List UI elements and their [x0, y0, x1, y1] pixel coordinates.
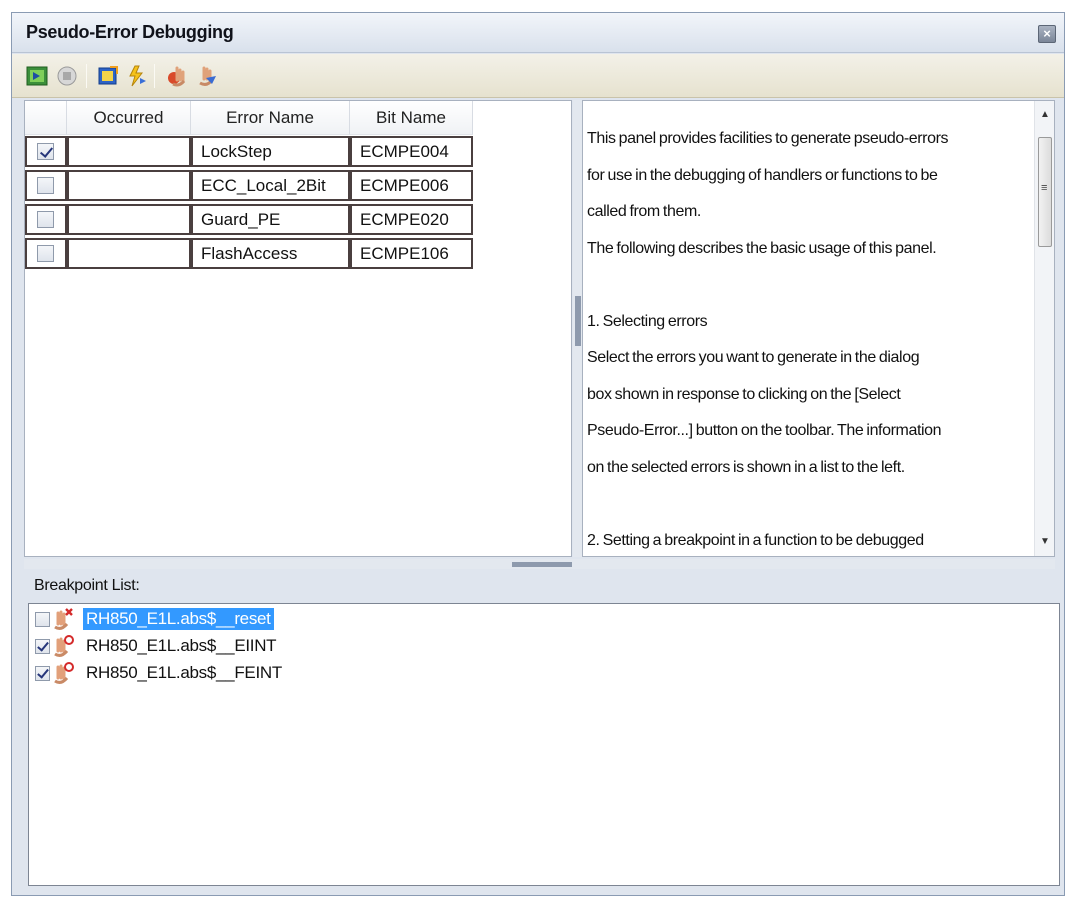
- info-line: [587, 267, 1033, 304]
- breakpoint-checkbox[interactable]: [35, 666, 50, 681]
- info-line: called from them.: [587, 203, 701, 220]
- remove-breakpoint-icon[interactable]: [193, 63, 219, 89]
- column-header-error-name[interactable]: Error Name: [191, 101, 350, 135]
- close-icon[interactable]: ×: [1038, 25, 1056, 43]
- row-checkbox[interactable]: [37, 245, 54, 262]
- breakpoint-enabled-icon: [54, 635, 74, 657]
- breakpoint-name: RH850_E1L.abs$__EIINT: [86, 636, 277, 655]
- occurred-cell: [67, 136, 191, 167]
- vertical-scrollbar[interactable]: ▲ ▼: [1034, 101, 1054, 556]
- info-line: on the selected errors is shown in a lis…: [587, 458, 905, 476]
- usage-info-text: This panel provides facilities to genera…: [587, 121, 1033, 559]
- breakpoint-name: RH850_E1L.abs$__FEINT: [86, 663, 282, 682]
- column-header-bit-name[interactable]: Bit Name: [350, 101, 473, 135]
- row-checkbox[interactable]: [37, 211, 54, 228]
- select-pseudo-error-icon[interactable]: [95, 63, 121, 89]
- error-name-cell: Guard_PE: [191, 204, 350, 235]
- error-name-cell: LockStep: [191, 136, 350, 167]
- info-line: for use in the debugging of handlers or …: [587, 166, 938, 184]
- usage-info-pane: This panel provides facilities to genera…: [582, 100, 1055, 557]
- info-line: Pseudo-Error...] button on the toolbar. …: [587, 422, 942, 439]
- panel-title: Pseudo-Error Debugging: [26, 22, 234, 42]
- info-line: The following describes the basic usage …: [587, 239, 937, 257]
- bit-name-cell: ECMPE006: [350, 170, 473, 201]
- breakpoint-checkbox[interactable]: [35, 612, 50, 627]
- bit-name-cell: ECMPE004: [350, 136, 473, 167]
- column-header-check[interactable]: [25, 101, 67, 135]
- pseudo-error-debugging-panel: Pseudo-Error Debugging × Occurred Error …: [11, 12, 1065, 896]
- breakpoint-list: RH850_E1L.abs$__reset RH850_E1L.abs$__EI…: [28, 603, 1060, 886]
- horizontal-splitter[interactable]: [24, 559, 1055, 569]
- toolbar: [12, 54, 1064, 98]
- generate-error-icon[interactable]: [123, 63, 149, 89]
- set-breakpoint-icon[interactable]: [164, 63, 190, 89]
- info-line: Select the errors you want to generate i…: [587, 349, 920, 366]
- breakpoint-disabled-icon: [54, 608, 73, 630]
- column-header-occurred[interactable]: Occurred: [67, 101, 191, 135]
- info-line: 2. Setting a breakpoint in a function to…: [587, 531, 924, 549]
- error-name-cell: FlashAccess: [191, 238, 350, 269]
- bit-name-cell: ECMPE106: [350, 238, 473, 269]
- scroll-thumb[interactable]: [1038, 137, 1052, 247]
- bit-name-cell: ECMPE020: [350, 204, 473, 235]
- info-line: This panel provides facilities to genera…: [587, 130, 949, 147]
- breakpoint-checkbox[interactable]: [35, 639, 50, 654]
- info-line: [587, 486, 1033, 523]
- title-bar: Pseudo-Error Debugging ×: [12, 13, 1064, 53]
- row-checkbox[interactable]: [37, 177, 54, 194]
- occurred-cell: [67, 170, 191, 201]
- breakpoint-name: RH850_E1L.abs$__reset: [83, 608, 274, 630]
- start-icon[interactable]: [24, 63, 50, 89]
- occurred-cell: [67, 204, 191, 235]
- scroll-down-icon[interactable]: ▼: [1035, 532, 1055, 552]
- occurred-cell: [67, 238, 191, 269]
- scroll-up-icon[interactable]: ▲: [1035, 105, 1055, 125]
- breakpoint-enabled-icon: [54, 662, 74, 684]
- error-list: Occurred Error Name Bit Name LockStep EC…: [24, 100, 572, 557]
- breakpoint-list-label: Breakpoint List:: [34, 577, 140, 594]
- error-name-cell: ECC_Local_2Bit: [191, 170, 350, 201]
- stop-icon[interactable]: [54, 63, 80, 89]
- row-checkbox[interactable]: [37, 143, 54, 160]
- info-line: 1. Selecting errors: [587, 312, 708, 330]
- info-line: box shown in response to clicking on the…: [587, 385, 901, 403]
